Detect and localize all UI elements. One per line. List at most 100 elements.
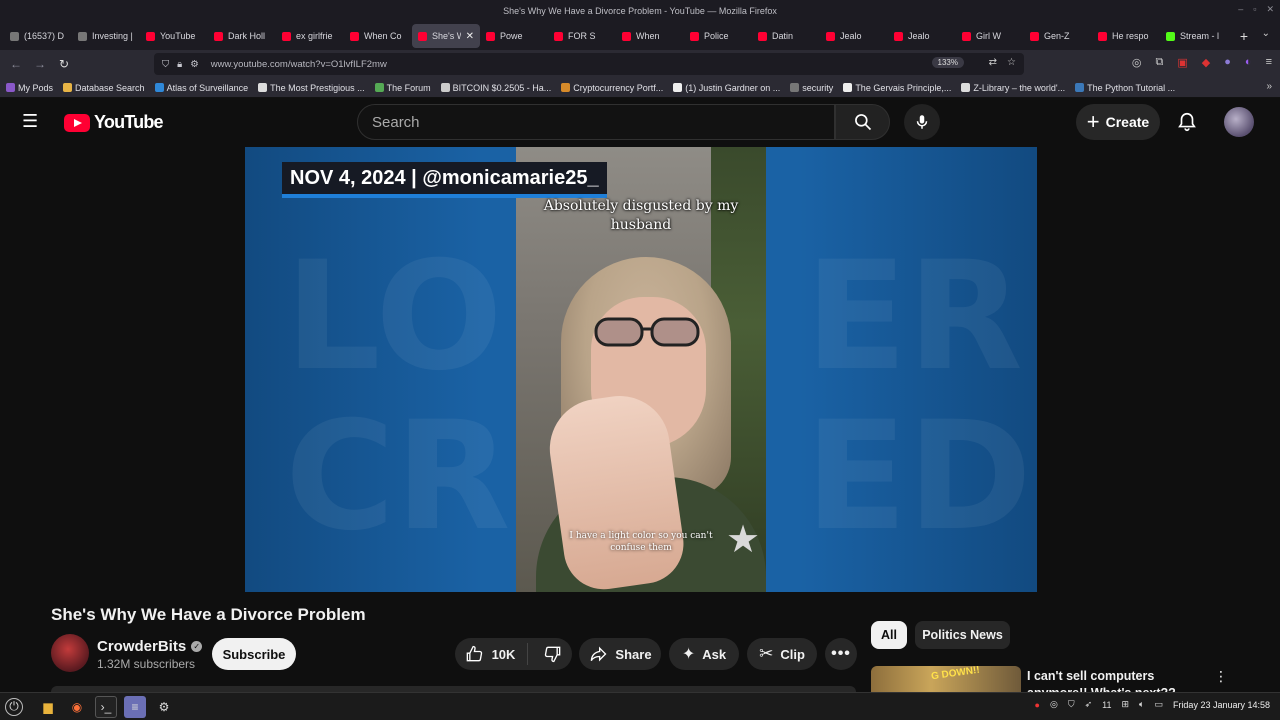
bookmarks-overflow-icon[interactable]: » xyxy=(1266,81,1272,92)
browser-tab[interactable]: Investing | Re xyxy=(72,24,140,48)
bookmark-item[interactable]: security xyxy=(790,83,833,93)
youtube-logo[interactable]: YouTube xyxy=(64,112,164,133)
volume-icon[interactable]: 🔈︎ xyxy=(1139,699,1144,710)
bookmark-item[interactable]: The Gervais Principle,... xyxy=(843,83,951,93)
channel-name-row[interactable]: CrowderBits ✓ xyxy=(97,638,203,655)
minimize-icon[interactable]: – xyxy=(1238,4,1243,15)
reload-icon[interactable]: ↻ xyxy=(52,57,76,71)
tray-shield-icon[interactable]: ⛉ xyxy=(1068,699,1075,710)
extension-red-icon[interactable]: ◆ xyxy=(1202,56,1210,69)
subscribe-button[interactable]: Subscribe xyxy=(212,638,296,670)
browser-tab[interactable]: Gen-Z xyxy=(1024,24,1092,48)
bookmark-item[interactable]: Database Search xyxy=(63,83,145,93)
permissions-icon[interactable]: ⚙︎ xyxy=(190,59,199,70)
clip-button[interactable]: ✂ Clip xyxy=(747,638,817,670)
maximize-icon[interactable]: ▫ xyxy=(1253,4,1256,15)
guide-menu-icon[interactable]: ☰ xyxy=(22,112,42,130)
search-input[interactable]: Search xyxy=(357,104,835,140)
browser-tab[interactable]: When xyxy=(616,24,684,48)
bookmark-item[interactable]: BITCOIN $0.2505 - Ha... xyxy=(440,83,551,93)
channel-avatar[interactable] xyxy=(51,634,89,672)
translate-icon[interactable]: ⇄ xyxy=(989,57,997,68)
share-button[interactable]: Share xyxy=(579,638,661,670)
browser-tab[interactable]: YouTube xyxy=(140,24,208,48)
clock[interactable]: Friday 23 January 14:58 xyxy=(1173,700,1270,710)
settings-app-icon[interactable]: ⚙ xyxy=(153,696,175,718)
terminal-icon[interactable]: ›_ xyxy=(95,695,117,718)
bookmark-star-icon[interactable]: ☆ xyxy=(1007,57,1016,68)
bookmark-item[interactable]: The Forum xyxy=(374,83,431,93)
browser-tab[interactable]: FOR S xyxy=(548,24,616,48)
tab-close-icon[interactable]: ✕ xyxy=(466,31,474,42)
subscriber-count: 1.32M subscribers xyxy=(97,657,196,671)
extension-badge-icon[interactable]: ▣ xyxy=(1177,56,1187,69)
browser-tab[interactable]: Police xyxy=(684,24,752,48)
video-player[interactable]: LO CR ER ED ★ NOV 4, 2024 | @monicamarie25… xyxy=(245,147,1037,592)
recommended-title[interactable]: I can't sell computers anymore!! What's … xyxy=(1027,668,1212,692)
search-button[interactable] xyxy=(835,104,890,140)
text-editor-icon[interactable]: ≡ xyxy=(124,695,146,718)
like-button[interactable]: 10K xyxy=(464,643,529,665)
dislike-button[interactable] xyxy=(535,644,563,664)
account-icon[interactable]: ◎ xyxy=(1132,56,1142,69)
browser-tab[interactable]: Jealo xyxy=(888,24,956,48)
url-text[interactable]: www.youtube.com/watch?v=O1lvfILF2mw xyxy=(211,59,387,70)
bookmark-label: The Python Tutorial ... xyxy=(1087,82,1176,93)
browser-tab[interactable]: Datin xyxy=(752,24,820,48)
browser-tab[interactable]: Stream - l xyxy=(1160,24,1228,48)
chip-all[interactable]: All xyxy=(871,621,907,649)
new-tab-button[interactable]: + xyxy=(1234,28,1254,44)
browser-tab[interactable]: Dark Holl xyxy=(208,24,276,48)
tab-label: Girl W xyxy=(976,31,1001,41)
recommended-more-icon[interactable]: ⋮ xyxy=(1214,668,1228,685)
zoom-level-badge[interactable]: 133% xyxy=(931,57,964,68)
tray-red-dot-icon[interactable]: ● xyxy=(1035,700,1040,710)
firefox-icon[interactable]: ◉ xyxy=(66,696,88,718)
address-bar[interactable]: ⛉ 🔒︎ ⚙︎ www.youtube.com/watch?v=O1lvfILF… xyxy=(154,53,1024,75)
extension-purple-icon[interactable]: ● xyxy=(1224,56,1231,69)
tray-chrome-icon[interactable]: ◎ xyxy=(1050,699,1058,710)
browser-tab[interactable]: Girl W xyxy=(956,24,1024,48)
chip-politics-news[interactable]: Politics News xyxy=(915,621,1010,649)
browser-tab[interactable]: She's W ✕ xyxy=(412,24,480,48)
browser-tab[interactable]: Powe xyxy=(480,24,548,48)
browser-tab[interactable]: When Co xyxy=(344,24,412,48)
back-arrow-icon[interactable]: ← xyxy=(4,57,28,71)
lock-icon[interactable]: 🔒︎ xyxy=(177,59,182,70)
more-actions-button[interactable]: ••• xyxy=(825,638,857,670)
shield-icon[interactable]: ⛉ xyxy=(162,59,169,70)
extension-violet-icon[interactable]: ◐ xyxy=(1245,56,1252,69)
browser-tab[interactable]: He respo xyxy=(1092,24,1160,48)
bookmark-item[interactable]: Atlas of Surveillance xyxy=(154,83,248,93)
voice-search-button[interactable] xyxy=(904,104,940,140)
ask-button[interactable]: ✦ Ask xyxy=(669,638,739,670)
forward-arrow-icon[interactable]: → xyxy=(28,57,52,71)
folder-icon[interactable]: ▆ xyxy=(37,696,59,718)
bookmark-item[interactable]: (1) Justin Gardner on ... xyxy=(673,83,780,93)
menu-hamburger-icon[interactable]: ≡ xyxy=(1266,56,1272,69)
notifications-bell-icon[interactable] xyxy=(1176,110,1198,134)
bookmark-favicon-icon xyxy=(1075,83,1085,92)
start-menu-icon[interactable]: ⏻ xyxy=(5,697,23,716)
tray-rocket-icon[interactable]: ➶ xyxy=(1085,699,1093,710)
bookmark-favicon-icon xyxy=(63,83,73,92)
bookmark-item[interactable]: The Most Prestigious ... xyxy=(258,83,365,93)
browser-tab[interactable]: ex girlfrie xyxy=(276,24,344,48)
battery-icon[interactable]: ▭ xyxy=(1154,699,1163,710)
account-avatar[interactable] xyxy=(1224,107,1254,137)
tab-list-chevron-icon[interactable]: ⌄ xyxy=(1262,28,1270,39)
network-icon[interactable]: ⊞ xyxy=(1121,699,1129,710)
clip-label: Clip xyxy=(780,646,805,662)
bookmark-item[interactable]: Z-Library – the world'... xyxy=(961,83,1065,93)
bookmark-item[interactable]: My Pods xyxy=(6,83,53,93)
browser-tab[interactable]: (16537) D xyxy=(4,24,72,48)
bookmark-item[interactable]: Cryptocurrency Portf... xyxy=(561,83,663,93)
extensions-icon[interactable]: ⧉ xyxy=(1156,56,1164,69)
share-arrow-icon xyxy=(591,646,607,662)
bookmark-item[interactable]: The Python Tutorial ... xyxy=(1075,83,1175,93)
create-button[interactable]: + Create xyxy=(1076,104,1160,140)
channel-name[interactable]: CrowderBits xyxy=(97,638,186,655)
close-icon[interactable]: ✕ xyxy=(1266,4,1274,15)
recommended-thumbnail[interactable]: G DOWN!! xyxy=(871,666,1021,692)
browser-tab[interactable]: Jealo xyxy=(820,24,888,48)
